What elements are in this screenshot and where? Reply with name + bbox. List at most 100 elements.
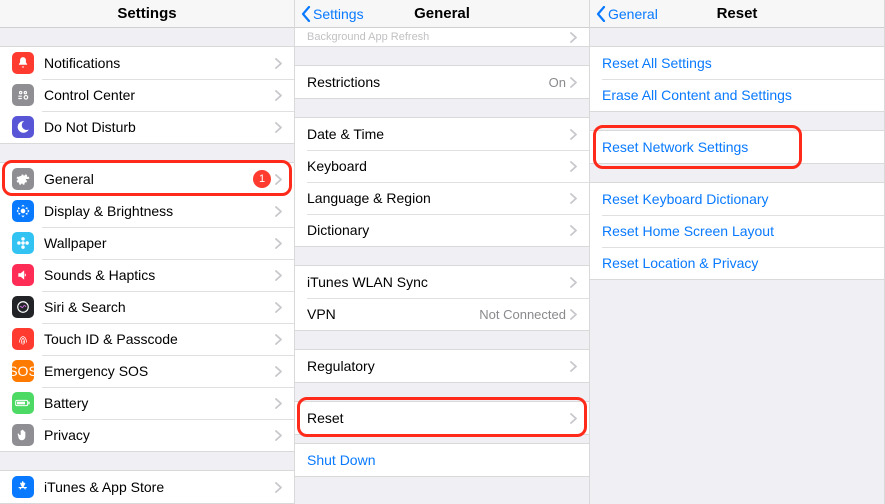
chevron-right-icon	[275, 270, 282, 281]
bg-app-refresh-row[interactable]: Background App Refresh	[295, 28, 589, 46]
vpn-detail: Not Connected	[479, 307, 566, 322]
chevron-right-icon	[275, 482, 282, 493]
reset-label: Reset	[307, 410, 570, 426]
itunes-app-store-row[interactable]: iTunes & App Store	[0, 471, 294, 503]
reset-location-privacy-row[interactable]: Reset Location & Privacy	[590, 247, 884, 279]
restrictions-row[interactable]: RestrictionsOn	[295, 66, 589, 98]
control-center-label: Control Center	[44, 87, 275, 103]
regulatory-row[interactable]: Regulatory	[295, 350, 589, 382]
itunes-wlan-sync-label: iTunes WLAN Sync	[307, 274, 570, 290]
chevron-right-icon	[570, 77, 577, 88]
restrictions-label: Restrictions	[307, 74, 549, 90]
chevron-left-icon	[301, 6, 311, 22]
general-pane: Settings General Background App Refresh …	[295, 0, 590, 504]
nav-title: Reset	[717, 5, 758, 22]
navbar-general: Settings General	[295, 0, 589, 28]
reset-network-settings-label: Reset Network Settings	[602, 139, 872, 155]
navbar-reset: General Reset	[590, 0, 884, 28]
chevron-right-icon	[570, 193, 577, 204]
erase-all-content-and-settings-row[interactable]: Erase All Content and Settings	[590, 79, 884, 111]
siri-icon	[12, 296, 34, 318]
back-label: General	[608, 6, 658, 22]
reset-network-settings-row[interactable]: Reset Network Settings	[590, 131, 884, 163]
chevron-right-icon	[275, 90, 282, 101]
cc-icon	[12, 84, 34, 106]
moon-icon	[12, 116, 34, 138]
dictionary-label: Dictionary	[307, 222, 570, 238]
date-time-row[interactable]: Date & Time	[295, 118, 589, 150]
display-brightness-row[interactable]: Display & Brightness	[0, 195, 294, 227]
display-brightness-label: Display & Brightness	[44, 203, 275, 219]
language-region-label: Language & Region	[307, 190, 570, 206]
privacy-row[interactable]: Privacy	[0, 419, 294, 451]
shut-down-row[interactable]: Shut Down	[295, 444, 589, 476]
chevron-right-icon	[275, 206, 282, 217]
itunes-app-store-label: iTunes & App Store	[44, 479, 275, 495]
chevron-right-icon	[275, 366, 282, 377]
vpn-row[interactable]: VPNNot Connected	[295, 298, 589, 330]
vpn-label: VPN	[307, 306, 479, 322]
chevron-right-icon	[275, 430, 282, 441]
back-label: Settings	[313, 6, 364, 22]
reset-row[interactable]: Reset	[295, 402, 589, 434]
keyboard-row[interactable]: Keyboard	[295, 150, 589, 182]
reset-all-settings-label: Reset All Settings	[602, 55, 872, 71]
touch-id-passcode-row[interactable]: Touch ID & Passcode	[0, 323, 294, 355]
restrictions-detail: On	[549, 75, 566, 90]
general-row[interactable]: General1	[0, 163, 294, 195]
nav-title: Settings	[117, 5, 176, 22]
reset-keyboard-dictionary-row[interactable]: Reset Keyboard Dictionary	[590, 183, 884, 215]
chevron-right-icon	[570, 129, 577, 140]
reset-home-screen-layout-row[interactable]: Reset Home Screen Layout	[590, 215, 884, 247]
dictionary-row[interactable]: Dictionary	[295, 214, 589, 246]
do-not-disturb-label: Do Not Disturb	[44, 119, 275, 135]
itunes-wlan-sync-row[interactable]: iTunes WLAN Sync	[295, 266, 589, 298]
wallpaper-row[interactable]: Wallpaper	[0, 227, 294, 259]
chevron-right-icon	[570, 161, 577, 172]
back-to-general[interactable]: General	[596, 0, 658, 27]
date-time-label: Date & Time	[307, 126, 570, 142]
language-region-row[interactable]: Language & Region	[295, 182, 589, 214]
siri-search-label: Siri & Search	[44, 299, 275, 315]
chevron-right-icon	[570, 309, 577, 320]
back-to-settings[interactable]: Settings	[301, 0, 364, 27]
navbar-settings: Settings	[0, 0, 294, 28]
chevron-right-icon	[570, 361, 577, 372]
sounds-haptics-label: Sounds & Haptics	[44, 267, 275, 283]
general-label: General	[44, 171, 253, 187]
reset-all-settings-row[interactable]: Reset All Settings	[590, 47, 884, 79]
reset-keyboard-dictionary-label: Reset Keyboard Dictionary	[602, 191, 872, 207]
reset-pane: General Reset Reset All Settings Erase Al…	[590, 0, 885, 504]
chevron-right-icon	[275, 398, 282, 409]
flower-icon	[12, 232, 34, 254]
nav-title: General	[414, 5, 470, 22]
battery-row[interactable]: Battery	[0, 387, 294, 419]
sos-icon: SOS	[12, 360, 34, 382]
erase-all-content-and-settings-label: Erase All Content and Settings	[602, 87, 872, 103]
sounds-haptics-row[interactable]: Sounds & Haptics	[0, 259, 294, 291]
chevron-right-icon	[275, 302, 282, 313]
settings-pane: Settings Notifications Control Center Do N…	[0, 0, 295, 504]
hand-icon	[12, 424, 34, 446]
siri-search-row[interactable]: Siri & Search	[0, 291, 294, 323]
speaker-icon	[12, 264, 34, 286]
keyboard-label: Keyboard	[307, 158, 570, 174]
chevron-right-icon	[275, 238, 282, 249]
reset-home-screen-layout-label: Reset Home Screen Layout	[602, 223, 872, 239]
do-not-disturb-row[interactable]: Do Not Disturb	[0, 111, 294, 143]
shut-down-label: Shut Down	[307, 452, 577, 468]
emergency-sos-row[interactable]: SOSEmergency SOS	[0, 355, 294, 387]
bell-icon	[12, 52, 34, 74]
chevron-right-icon	[275, 122, 282, 133]
touch-id-passcode-label: Touch ID & Passcode	[44, 331, 275, 347]
chevron-right-icon	[570, 225, 577, 236]
battery-label: Battery	[44, 395, 275, 411]
control-center-row[interactable]: Control Center	[0, 79, 294, 111]
chevron-right-icon	[570, 32, 577, 43]
chevron-right-icon	[275, 334, 282, 345]
notifications-row[interactable]: Notifications	[0, 47, 294, 79]
gear-icon	[12, 168, 34, 190]
badge: 1	[253, 170, 271, 188]
chevron-left-icon	[596, 6, 606, 22]
notifications-label: Notifications	[44, 55, 275, 71]
